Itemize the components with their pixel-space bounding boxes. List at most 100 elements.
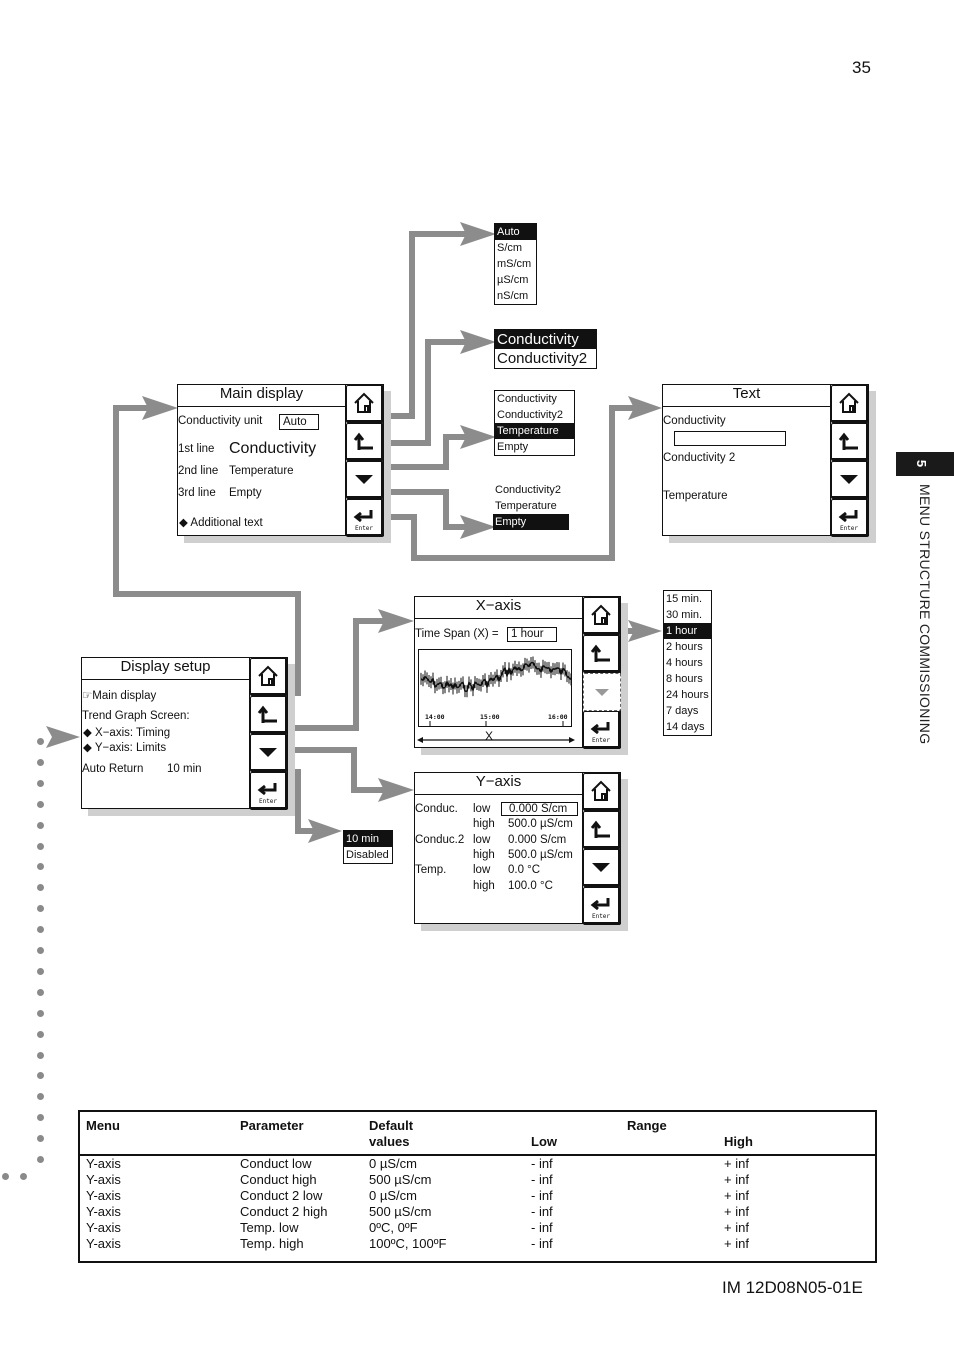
arrowhead — [460, 330, 496, 354]
enter-button[interactable]: Enter — [346, 499, 384, 537]
header-low: Low — [531, 1134, 557, 1149]
cell-high: + inf — [724, 1204, 749, 1219]
main-display-item[interactable]: ☞Main display — [82, 688, 156, 702]
x-axis-label: X — [485, 729, 494, 743]
time-span-field[interactable]: 1 hour — [507, 627, 557, 642]
page-number: 35 — [852, 58, 871, 77]
option-item[interactable]: 10 min — [344, 831, 392, 847]
option-item[interactable]: Conductivity2 — [495, 407, 574, 423]
limit-value[interactable]: 0.000 S/cm — [501, 802, 578, 816]
back-button[interactable] — [583, 811, 621, 849]
option-item[interactable]: 7 days — [664, 703, 711, 719]
option-item[interactable]: Conductivity2 — [493, 482, 569, 498]
home-icon — [591, 604, 611, 625]
guide-dot — [37, 779, 44, 787]
back-button[interactable] — [250, 696, 288, 734]
guide-dot — [37, 988, 44, 996]
option-item[interactable]: 4 hours — [664, 655, 711, 671]
x-axis-arrow — [417, 737, 575, 743]
option-item[interactable]: 1 hour — [664, 623, 711, 639]
option-item[interactable]: 15 min. — [664, 591, 711, 607]
enter-button[interactable]: Enter — [583, 887, 621, 925]
arrowhead — [308, 819, 342, 843]
cell-low: - inf — [531, 1172, 553, 1187]
x-axis-item[interactable]: ◆ X−axis: Timing — [83, 725, 170, 739]
option-item[interactable]: Conductivity — [495, 391, 574, 407]
option-item[interactable]: Disabled — [344, 847, 392, 863]
option-item[interactable]: µS/cm — [495, 272, 536, 288]
line3-value[interactable]: Empty — [229, 487, 262, 499]
cell-menu: Y-axis — [86, 1220, 121, 1235]
additional-text-item[interactable]: ◆ Additional text — [179, 515, 263, 529]
limit-value[interactable]: 0.0 °C — [508, 864, 540, 876]
header-default-1: Default — [369, 1118, 414, 1133]
bound-label: high — [473, 848, 495, 861]
header-range: Range — [627, 1118, 667, 1133]
home-button[interactable] — [583, 773, 621, 811]
down-button[interactable] — [346, 461, 384, 499]
cell-high: + inf — [724, 1188, 749, 1203]
group-label: Temp. — [415, 864, 447, 877]
option-item[interactable]: Empty — [493, 514, 569, 530]
home-button[interactable] — [831, 385, 869, 423]
guide-dot — [37, 1072, 44, 1080]
limit-value[interactable]: 0.000 S/cm — [508, 834, 566, 846]
line1-value[interactable]: Conductivity — [229, 440, 316, 458]
option-item[interactable]: Temperature — [493, 498, 569, 514]
guide-dot — [37, 926, 44, 934]
screen-title: Text — [663, 385, 830, 407]
down-button-disabled[interactable] — [583, 673, 621, 711]
option-item[interactable]: 14 days — [664, 719, 711, 735]
enter-button[interactable]: Enter — [250, 772, 288, 810]
line2-label: 2nd line — [178, 465, 219, 477]
option-item[interactable]: Temperature — [495, 423, 574, 439]
option-item[interactable]: Conductivity2 — [495, 349, 596, 368]
button-column: Enter — [582, 597, 621, 749]
guide-dot — [37, 905, 44, 913]
button-column: Enter — [345, 385, 384, 537]
option-item[interactable]: 8 hours — [664, 671, 711, 687]
option-item[interactable]: 30 min. — [664, 607, 711, 623]
enter-button[interactable]: Enter — [831, 499, 869, 537]
option-item[interactable]: mS/cm — [495, 256, 536, 272]
line2-value[interactable]: Temperature — [229, 465, 294, 477]
option-item[interactable]: Auto — [495, 224, 536, 240]
limit-value[interactable]: 500.0 µS/cm — [508, 849, 573, 861]
option-item[interactable]: nS/cm — [495, 288, 536, 304]
group-label: Conduc. — [415, 803, 458, 815]
home-button[interactable] — [250, 658, 288, 696]
line1-options-list: Conductivity Conductivity2 — [494, 329, 597, 369]
auto-return-value[interactable]: 10 min — [167, 763, 202, 775]
option-item[interactable]: S/cm — [495, 240, 536, 256]
guide-dot — [37, 738, 44, 745]
down-triangle-icon — [595, 689, 609, 696]
conductivity-text-field[interactable] — [674, 431, 786, 446]
y-axis-item[interactable]: ◆ Y−axis: Limits — [83, 740, 166, 754]
arrowhead — [142, 396, 178, 420]
down-button[interactable] — [250, 734, 288, 772]
cell-default: 500 µS/cm — [369, 1204, 432, 1219]
down-button[interactable] — [583, 849, 621, 887]
header-high: High — [724, 1134, 753, 1149]
option-item[interactable]: 24 hours — [664, 687, 711, 703]
back-button[interactable] — [346, 423, 384, 461]
guide-dot — [37, 967, 44, 975]
option-item[interactable]: Conductivity — [495, 330, 596, 349]
option-item[interactable]: Empty — [495, 439, 574, 455]
home-button[interactable] — [346, 385, 384, 423]
enter-button[interactable]: Enter — [583, 711, 621, 749]
enter-icon — [257, 783, 277, 796]
home-button[interactable] — [583, 597, 621, 635]
connector-xaxis — [288, 618, 386, 731]
back-button[interactable] — [583, 635, 621, 673]
cell-low: - inf — [531, 1156, 553, 1171]
option-item[interactable]: 2 hours — [664, 639, 711, 655]
down-button[interactable] — [831, 461, 869, 499]
limit-value[interactable]: 500.0 µS/cm — [508, 818, 573, 830]
unit-field[interactable]: Auto — [279, 414, 319, 430]
screen-title: X−axis — [415, 597, 582, 619]
back-button[interactable] — [831, 423, 869, 461]
limit-value[interactable]: 100.0 °C — [508, 880, 553, 892]
back-arrow-icon — [257, 705, 277, 723]
guide-dot — [2, 1173, 9, 1180]
